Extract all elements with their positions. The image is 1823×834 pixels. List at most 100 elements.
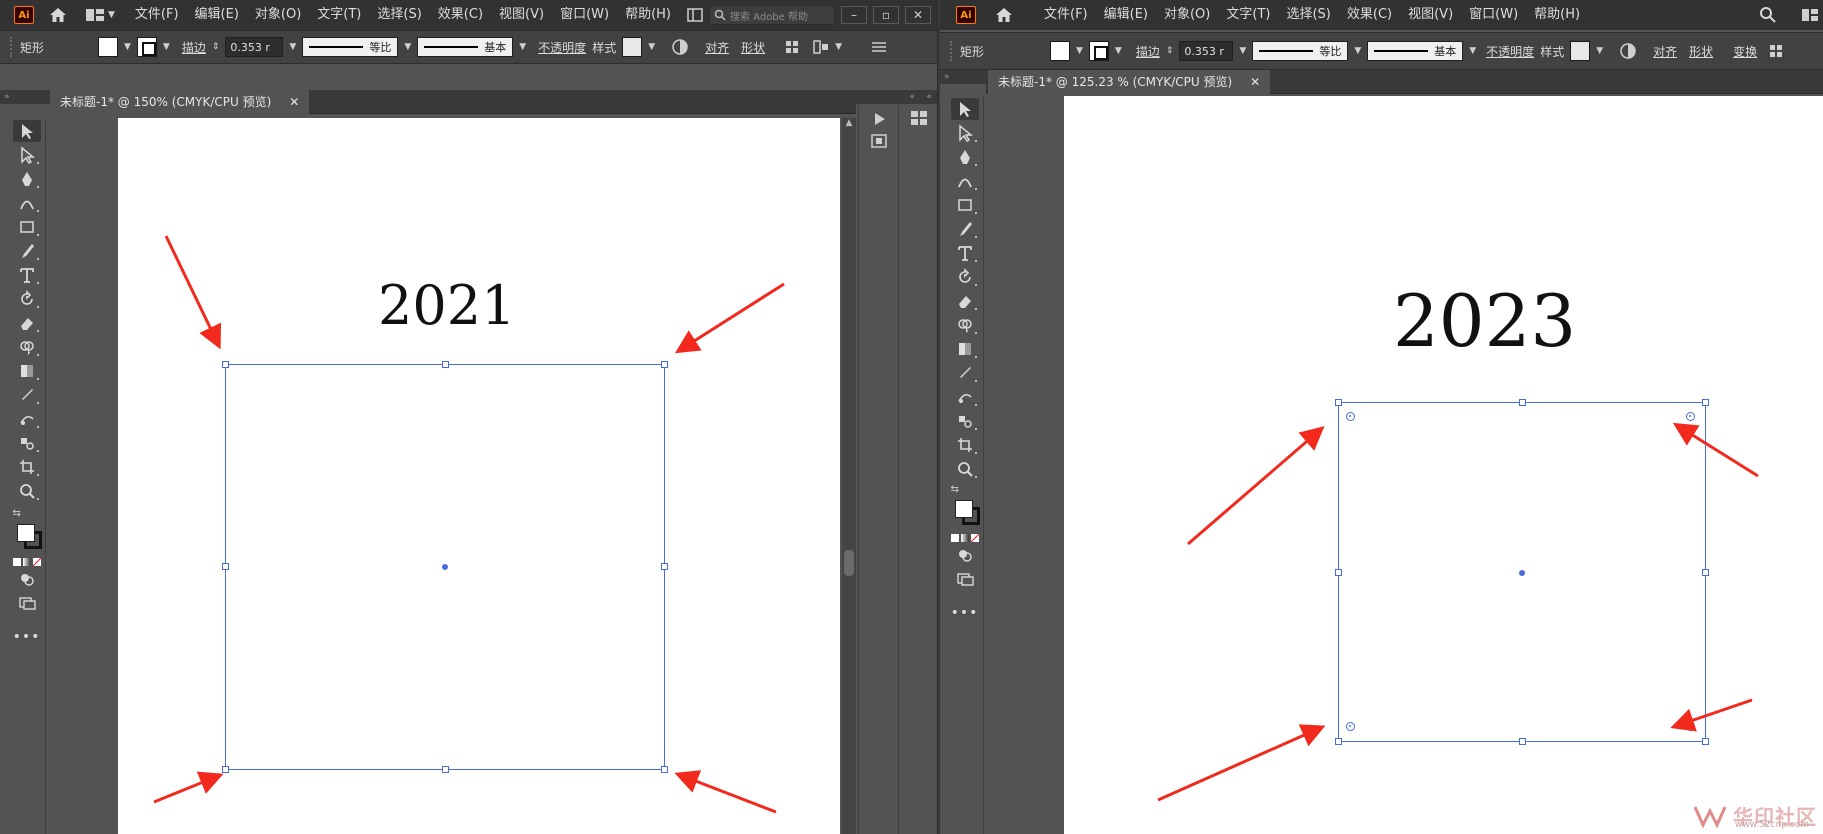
close-tab-icon[interactable]: ✕ <box>1250 75 1260 89</box>
fill-swatch[interactable] <box>1050 41 1070 61</box>
menu-effect[interactable]: 效果(C) <box>430 0 491 30</box>
live-corner-widget-top-left[interactable] <box>1346 412 1355 421</box>
chevron-down-icon[interactable]: ▼ <box>1469 46 1476 56</box>
menu-edit[interactable]: 编辑(E) <box>187 0 247 30</box>
paintbrush-tool-button[interactable] <box>951 218 979 240</box>
vertical-scrollbar[interactable]: ▲ <box>842 118 856 834</box>
none-icon[interactable] <box>970 534 979 542</box>
paintbrush-tool-button[interactable] <box>13 240 41 262</box>
handle-middle-right[interactable] <box>1702 569 1709 576</box>
stroke-weight-input[interactable]: 0.353 r <box>1179 41 1234 61</box>
recolor-icon[interactable] <box>1619 42 1637 60</box>
stroke-swatch[interactable] <box>1088 41 1109 61</box>
fill-stroke-widget[interactable]: ⇆ <box>13 508 42 552</box>
opacity-link[interactable]: 不透明度 <box>1486 43 1534 60</box>
eraser-tool-button[interactable] <box>951 290 979 312</box>
live-corner-widget-bottom-left[interactable] <box>1346 722 1355 731</box>
fill-swatch[interactable] <box>98 37 118 57</box>
pen-tool-button[interactable] <box>951 146 979 168</box>
chevron-down-icon[interactable]: ▼ <box>648 42 655 52</box>
gradient-icon[interactable] <box>960 534 969 542</box>
libraries-icon[interactable] <box>910 110 928 126</box>
screen-mode-button[interactable] <box>13 592 41 614</box>
graphic-style-swatch[interactable] <box>622 37 643 57</box>
menu-object[interactable]: 对象(O) <box>247 0 309 30</box>
chevron-down-icon[interactable]: ▼ <box>1596 46 1603 56</box>
toolbar-collapse-icon[interactable]: » <box>940 70 986 84</box>
handle-top-middle[interactable] <box>442 361 449 368</box>
artboard-tool-button[interactable] <box>13 456 41 478</box>
brush-definition[interactable]: 基本 <box>417 37 514 57</box>
fill-color-box[interactable] <box>954 500 973 518</box>
close-tab-icon[interactable]: ✕ <box>289 95 299 109</box>
chevron-down-icon[interactable]: ▼ <box>835 42 842 52</box>
align-link[interactable]: 对齐 <box>705 39 729 56</box>
symbol-sprayer-tool-button[interactable] <box>951 410 979 432</box>
rotate-tool-button[interactable] <box>13 288 41 310</box>
gradient-tool-button[interactable] <box>13 360 41 382</box>
menu-type[interactable]: 文字(T) <box>309 0 369 30</box>
variable-width-profile[interactable]: 等比 <box>302 37 399 57</box>
transform-icon[interactable] <box>1769 44 1783 58</box>
live-corner-widget-top-right[interactable] <box>1686 412 1695 421</box>
chevron-down-icon[interactable]: ▼ <box>1239 46 1246 56</box>
rectangle-tool-button[interactable] <box>951 194 979 216</box>
chevron-down-icon[interactable]: ▼ <box>404 42 411 52</box>
search-icon[interactable] <box>1759 6 1777 24</box>
actions-play-icon[interactable] <box>870 110 888 128</box>
brush-definition[interactable]: 基本 <box>1367 41 1464 61</box>
menu-select[interactable]: 选择(S) <box>369 0 429 30</box>
color-mode-buttons[interactable] <box>950 534 979 542</box>
chevron-down-icon[interactable]: ▼ <box>1354 46 1361 56</box>
color-icon[interactable] <box>950 534 959 542</box>
stepper-icon[interactable]: ⇕ <box>212 42 220 52</box>
edit-toolbar-button[interactable]: ••• <box>13 626 41 648</box>
handle-top-right[interactable] <box>661 361 668 368</box>
screen-mode-button[interactable] <box>951 568 979 590</box>
stroke-label[interactable]: 描边 <box>182 39 206 56</box>
swap-colors-icon[interactable]: ⇆ <box>951 484 959 495</box>
rotate-tool-button[interactable] <box>951 266 979 288</box>
chevron-down-icon[interactable]: ▼ <box>163 42 170 52</box>
blend-tool-button[interactable] <box>951 386 979 408</box>
document-tab[interactable]: 未标题-1* @ 125.23 % (CMYK/CPU 预览) ✕ <box>988 70 1271 94</box>
handle-top-right[interactable] <box>1702 399 1709 406</box>
handle-bottom-middle[interactable] <box>442 766 449 773</box>
stepper-icon[interactable]: ⇕ <box>1166 46 1174 56</box>
menu-view[interactable]: 视图(V) <box>1400 0 1461 30</box>
menu-effect[interactable]: 效果(C) <box>1339 0 1400 30</box>
menu-edit[interactable]: 编辑(E) <box>1096 0 1156 30</box>
symbol-sprayer-tool-button[interactable] <box>13 432 41 454</box>
handle-bottom-left[interactable] <box>1335 738 1342 745</box>
menu-help[interactable]: 帮助(H) <box>1526 0 1588 30</box>
shape-link[interactable]: 形状 <box>741 39 765 56</box>
menu-select[interactable]: 选择(S) <box>1278 0 1338 30</box>
menu-file[interactable]: 文件(F) <box>1036 0 1096 30</box>
workspace-switcher[interactable]: ▼ <box>86 9 115 21</box>
arrange-docs-icon[interactable] <box>1801 8 1819 22</box>
draw-mode-button[interactable] <box>13 568 41 590</box>
handle-bottom-right[interactable] <box>1702 738 1709 745</box>
handle-middle-right[interactable] <box>661 563 668 570</box>
menu-window[interactable]: 窗口(W) <box>552 0 617 30</box>
menu-view[interactable]: 视图(V) <box>491 0 552 30</box>
dock-collapse-icon[interactable]: « « <box>856 90 937 104</box>
gradient-tool-button[interactable] <box>951 338 979 360</box>
search-input[interactable]: 搜索 Adobe 帮助 <box>709 5 835 25</box>
shape-builder-tool-button[interactable] <box>13 336 41 358</box>
menu-window[interactable]: 窗口(W) <box>1461 0 1526 30</box>
document-tab[interactable]: 未标题-1* @ 150% (CMYK/CPU 预览) ✕ <box>50 90 310 114</box>
zoom-tool-button[interactable] <box>13 480 41 502</box>
pen-tool-button[interactable] <box>13 168 41 190</box>
type-tool-button[interactable] <box>13 264 41 286</box>
maximize-button[interactable]: ▫ <box>873 6 899 24</box>
handle-bottom-right[interactable] <box>661 766 668 773</box>
curvature-tool-button[interactable] <box>951 170 979 192</box>
eyedropper-tool-button[interactable] <box>13 384 41 406</box>
shape-link[interactable]: 形状 <box>1689 43 1713 60</box>
align-link[interactable]: 对齐 <box>1653 43 1677 60</box>
home-icon[interactable] <box>994 6 1014 24</box>
toolbar-collapse-icon[interactable]: » <box>0 90 50 104</box>
handle-bottom-middle[interactable] <box>1519 738 1526 745</box>
menu-list-icon[interactable] <box>872 41 887 53</box>
